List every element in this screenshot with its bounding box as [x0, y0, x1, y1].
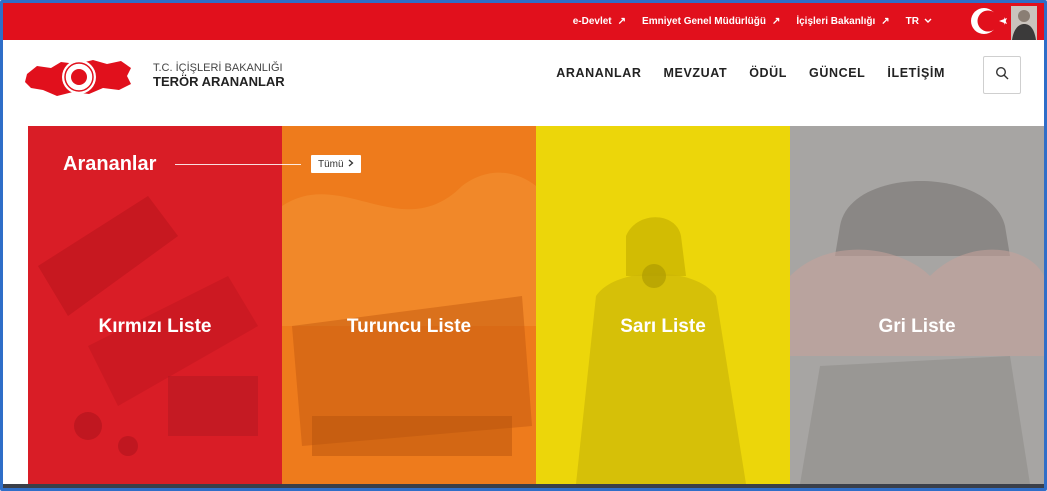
turkish-flag — [962, 3, 1042, 40]
panel-label-gri: Gri Liste — [878, 316, 956, 337]
title-divider — [175, 164, 301, 165]
bottom-bar — [3, 484, 1044, 488]
icisleri-link-label: İçişleri Bakanlığı — [796, 16, 876, 27]
egm-link[interactable]: Emniyet Genel Müdürlüğü ↗ — [642, 16, 780, 27]
gray-list-image — [790, 181, 1044, 484]
view-all-button[interactable]: Tümü — [311, 155, 361, 173]
panel-turuncu[interactable]: Turuncu Liste — [282, 126, 536, 484]
language-selector[interactable]: TR — [906, 16, 932, 27]
browser-frame: e-Devlet ↗ Emniyet Genel Müdürlüğü ↗ İçi… — [0, 0, 1047, 491]
language-label: TR — [905, 16, 919, 27]
brand-top-line: T.C. İÇİŞLERİ BAKANLIĞI — [153, 62, 283, 74]
main-nav: ARANANLAR MEVZUAT ÖDÜL GÜNCEL İLETİŞİM — [556, 66, 945, 80]
brand-text[interactable]: T.C. İÇİŞLERİ BAKANLIĞI TERÖR ARANANLAR — [153, 62, 285, 90]
brand-title: TERÖR ARANANLAR — [153, 73, 285, 89]
search-button[interactable] — [983, 56, 1021, 94]
nav-arananlar[interactable]: ARANANLAR — [556, 66, 641, 80]
panel-label-turuncu: Turuncu Liste — [346, 316, 472, 337]
icisleri-link[interactable]: İçişleri Bakanlığı ↗ — [796, 16, 889, 27]
section-title: Arananlar — [63, 153, 157, 175]
view-all-label: Tümü — [318, 158, 344, 170]
panel-label-kirmizi: Kırmızı Liste — [98, 316, 212, 337]
orange-list-image — [282, 172, 536, 456]
edevlet-link[interactable]: e-Devlet ↗ — [573, 16, 626, 27]
egm-link-label: Emniyet Genel Müdürlüğü — [642, 16, 766, 27]
top-links: e-Devlet ↗ Emniyet Genel Müdürlüğü ↗ İçi… — [573, 3, 932, 40]
panel-label-sari: Sarı Liste — [620, 316, 706, 337]
nav-guncel[interactable]: GÜNCEL — [809, 66, 865, 80]
chevron-down-icon — [924, 16, 932, 27]
nav-iletisim[interactable]: İLETİŞİM — [887, 66, 945, 80]
edevlet-link-label: e-Devlet — [572, 16, 612, 27]
red-list-image — [38, 196, 258, 456]
site-header: T.C. İÇİŞLERİ BAKANLIĞI TERÖR ARANANLAR … — [3, 40, 1044, 125]
external-link-icon: ↗ — [617, 16, 627, 27]
panel-sari[interactable]: Sarı Liste — [536, 126, 790, 484]
yellow-list-image — [576, 217, 746, 484]
nav-odul[interactable]: ÖDÜL — [749, 66, 787, 80]
panel-gri[interactable]: Gri Liste — [790, 126, 1044, 484]
external-link-icon: ↗ — [771, 16, 781, 27]
wanted-lists: Kırmızı Liste Turuncu Liste Sarı Liste G… — [28, 126, 1044, 484]
top-bar: e-Devlet ↗ Emniyet Genel Müdürlüğü ↗ İçi… — [3, 3, 1044, 40]
external-link-icon: ↗ — [881, 16, 890, 27]
ministry-logo[interactable] — [23, 52, 135, 102]
panel-kirmizi[interactable]: Kırmızı Liste — [28, 126, 282, 484]
chevron-right-icon — [348, 159, 354, 170]
search-icon — [995, 66, 1009, 85]
nav-mevzuat[interactable]: MEVZUAT — [664, 66, 728, 80]
